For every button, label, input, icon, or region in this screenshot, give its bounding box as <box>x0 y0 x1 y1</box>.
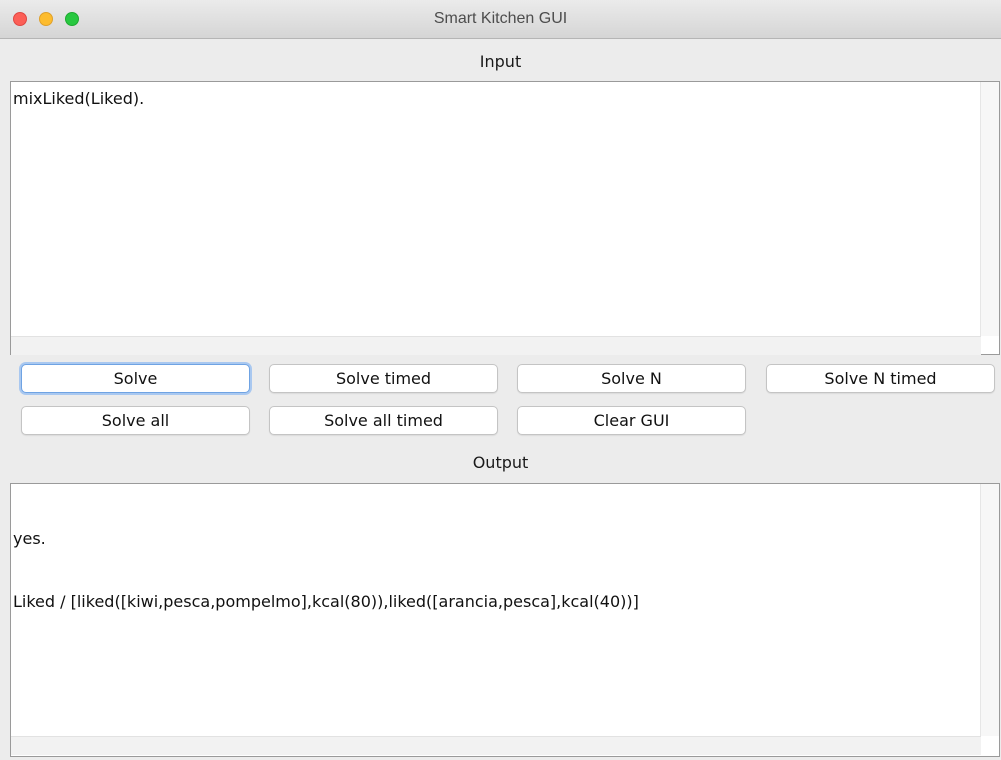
output-textarea[interactable]: yes. Liked / [liked([kiwi,pesca,pompelmo… <box>10 483 1000 757</box>
output-text: yes. Liked / [liked([kiwi,pesca,pompelmo… <box>13 486 979 654</box>
output-line: Liked / [liked([kiwi,pesca,pompelmo],kca… <box>13 592 639 611</box>
app-window: Smart Kitchen GUI Input mixLiked(Liked).… <box>0 0 1001 760</box>
output-line: yes. <box>13 529 46 548</box>
window-title: Smart Kitchen GUI <box>433 10 568 27</box>
output-vertical-scrollbar[interactable] <box>980 484 999 736</box>
solve-all-timed-button[interactable]: Solve all timed <box>269 406 498 435</box>
clear-gui-button[interactable]: Clear GUI <box>517 406 746 435</box>
input-text[interactable]: mixLiked(Liked). <box>13 88 979 109</box>
solve-button[interactable]: Solve <box>21 364 250 393</box>
solve-n-timed-button[interactable]: Solve N timed <box>766 364 995 393</box>
input-vertical-scrollbar[interactable] <box>980 82 999 336</box>
input-textarea[interactable]: mixLiked(Liked). <box>10 81 1000 355</box>
solve-all-button[interactable]: Solve all <box>21 406 250 435</box>
output-horizontal-scrollbar[interactable] <box>11 736 981 755</box>
output-label: Output <box>472 453 529 472</box>
title-bar[interactable]: Smart Kitchen GUI <box>0 0 1001 39</box>
solve-n-button[interactable]: Solve N <box>517 364 746 393</box>
input-horizontal-scrollbar[interactable] <box>11 336 981 355</box>
solve-timed-button[interactable]: Solve timed <box>269 364 498 393</box>
input-label: Input <box>479 52 522 71</box>
